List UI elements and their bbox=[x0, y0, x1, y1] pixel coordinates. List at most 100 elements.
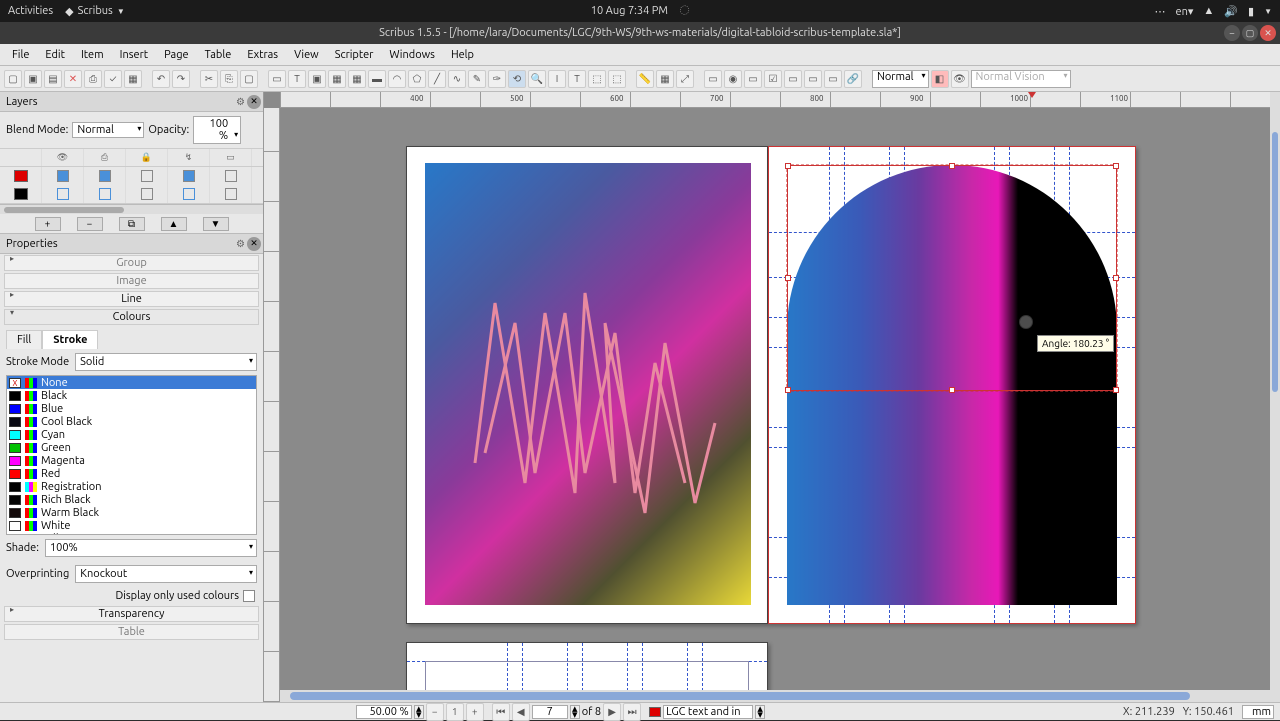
story-editor-tool[interactable]: T bbox=[568, 70, 586, 88]
paste-button[interactable]: ▢ bbox=[240, 70, 258, 88]
color-row[interactable]: White bbox=[7, 519, 256, 532]
table-tool[interactable]: ▦ bbox=[348, 70, 366, 88]
calligraphy-tool[interactable]: ✑ bbox=[488, 70, 506, 88]
layer-print-check[interactable] bbox=[99, 188, 111, 200]
pdf-link[interactable]: 🔗 bbox=[844, 70, 862, 88]
selection-handle[interactable] bbox=[785, 387, 791, 393]
menu-help[interactable]: Help bbox=[443, 49, 482, 61]
last-page-button[interactable]: ⏭ bbox=[623, 703, 641, 721]
cut-button[interactable]: ✂ bbox=[200, 70, 218, 88]
page-spinner[interactable]: ▴▾ bbox=[570, 705, 580, 719]
selection-handle[interactable] bbox=[785, 163, 791, 169]
layer-flow-check[interactable] bbox=[183, 188, 195, 200]
pdf-radio[interactable]: ◉ bbox=[724, 70, 742, 88]
selection-handle[interactable] bbox=[949, 163, 955, 169]
overprinting-select[interactable]: Knockout bbox=[75, 565, 257, 583]
layer-name-field[interactable]: LGC text and in bbox=[663, 705, 753, 719]
pdf-pushbutton[interactable]: ▭ bbox=[704, 70, 722, 88]
display-only-used-checkbox[interactable] bbox=[243, 590, 255, 602]
preview-button[interactable]: 👁 bbox=[951, 70, 969, 88]
color-row[interactable]: Black bbox=[7, 389, 256, 402]
new-button[interactable]: ▢ bbox=[4, 70, 22, 88]
minimize-button[interactable]: – bbox=[1224, 25, 1240, 41]
stroke-mode-select[interactable]: Solid bbox=[75, 353, 257, 371]
prop-transparency[interactable]: Transparency bbox=[4, 606, 259, 622]
menu-file[interactable]: File bbox=[4, 49, 37, 61]
layer-flow-check[interactable] bbox=[183, 170, 195, 182]
system-menu-chevron-icon[interactable]: ▼ bbox=[1264, 7, 1272, 16]
menu-scripter[interactable]: Scripter bbox=[327, 49, 382, 61]
layer-lock-check[interactable] bbox=[141, 188, 153, 200]
pdf-checkbox[interactable]: ☑ bbox=[764, 70, 782, 88]
text-frame-tool[interactable]: T bbox=[288, 70, 306, 88]
maximize-button[interactable]: ▢ bbox=[1242, 25, 1258, 41]
prop-group[interactable]: Group bbox=[4, 255, 259, 271]
blend-mode-select[interactable]: Normal bbox=[72, 122, 144, 138]
menu-extras[interactable]: Extras bbox=[239, 49, 286, 61]
pdf-annotation[interactable]: ▭ bbox=[824, 70, 842, 88]
tab-fill[interactable]: Fill bbox=[6, 330, 42, 349]
menu-page[interactable]: Page bbox=[156, 49, 197, 61]
menu-windows[interactable]: Windows bbox=[381, 49, 443, 61]
selection-handle[interactable] bbox=[1113, 275, 1119, 281]
prop-colours[interactable]: Colours bbox=[4, 309, 259, 325]
prev-page-button[interactable]: ◀ bbox=[512, 703, 530, 721]
canvas-hscroll[interactable] bbox=[280, 690, 1280, 702]
measure-tool[interactable]: 📏 bbox=[636, 70, 654, 88]
selection-handle[interactable] bbox=[1113, 387, 1119, 393]
color-row[interactable]: Blue bbox=[7, 402, 256, 415]
layer-print-check[interactable] bbox=[99, 170, 111, 182]
layer-row[interactable] bbox=[0, 167, 263, 185]
properties-close-icon[interactable]: ✕ bbox=[247, 237, 261, 251]
print-button[interactable]: ⎙ bbox=[84, 70, 102, 88]
selection-frame[interactable] bbox=[787, 165, 1117, 391]
menu-insert[interactable]: Insert bbox=[112, 49, 156, 61]
indicator-icon[interactable]: ⋯ bbox=[1155, 5, 1166, 18]
colorblind-select[interactable]: Normal Vision bbox=[971, 70, 1071, 88]
menu-table[interactable]: Table bbox=[197, 49, 240, 61]
canvas[interactable]: Angle: 180.23 ° bbox=[280, 108, 1280, 690]
open-button[interactable]: ▣ bbox=[24, 70, 42, 88]
gradient-image-frame[interactable] bbox=[425, 163, 751, 605]
app-menu[interactable]: ◆ Scribus ▼ bbox=[65, 5, 125, 18]
prop-image[interactable]: Image bbox=[4, 273, 259, 289]
preflight-button[interactable]: ✓ bbox=[104, 70, 122, 88]
canvas-vscroll[interactable] bbox=[1270, 92, 1280, 702]
prop-table[interactable]: Table bbox=[4, 624, 259, 640]
selection-handle[interactable] bbox=[785, 275, 791, 281]
page-left[interactable] bbox=[406, 146, 768, 624]
zoom-out-button[interactable]: − bbox=[426, 703, 444, 721]
layer-lock-check[interactable] bbox=[141, 170, 153, 182]
edit-contents-tool[interactable]: I bbox=[548, 70, 566, 88]
close-doc-button[interactable]: ✕ bbox=[64, 70, 82, 88]
clock[interactable]: 10 Aug 7:34 PM bbox=[591, 5, 668, 17]
layer-visible-check[interactable] bbox=[57, 170, 69, 182]
battery-icon[interactable]: ▮ bbox=[1248, 5, 1254, 18]
collapse-icon[interactable]: ▾ bbox=[10, 308, 14, 317]
color-row[interactable]: Warm Black bbox=[7, 506, 256, 519]
color-row[interactable]: Registration bbox=[7, 480, 256, 493]
layer-up-button[interactable]: ▲ bbox=[161, 217, 187, 231]
pdf-listbox[interactable]: ▭ bbox=[804, 70, 822, 88]
zoom-reset-button[interactable]: 1 bbox=[446, 703, 464, 721]
polygon-tool[interactable]: ⬠ bbox=[408, 70, 426, 88]
prop-line[interactable]: Line bbox=[4, 291, 259, 307]
zoom-field[interactable]: 50.00 % bbox=[356, 705, 412, 719]
selection-handle[interactable] bbox=[1113, 163, 1119, 169]
page-right[interactable]: Angle: 180.23 ° bbox=[768, 146, 1136, 624]
layer-duplicate-button[interactable]: ⧉ bbox=[119, 217, 145, 231]
pdf-button[interactable]: ▦ bbox=[124, 70, 142, 88]
color-row[interactable]: Green bbox=[7, 441, 256, 454]
page-field[interactable]: 7 bbox=[532, 705, 568, 719]
zoom-spinner[interactable]: ▴▾ bbox=[414, 705, 424, 719]
arc-tool[interactable]: ◠ bbox=[388, 70, 406, 88]
layers-close-icon[interactable]: ✕ bbox=[247, 95, 261, 109]
shape-tool[interactable]: ▬ bbox=[368, 70, 386, 88]
zoom-in-button[interactable]: + bbox=[466, 703, 484, 721]
layer-down-button[interactable]: ▼ bbox=[203, 217, 229, 231]
image-frame-tool[interactable]: ▣ bbox=[308, 70, 326, 88]
close-button[interactable]: ✕ bbox=[1260, 25, 1276, 41]
active-layer-indicator[interactable]: LGC text and in ▴▾ bbox=[649, 705, 765, 719]
first-page-button[interactable]: ⏮ bbox=[492, 703, 510, 721]
unlink-frames-tool[interactable]: ⬚ bbox=[608, 70, 626, 88]
